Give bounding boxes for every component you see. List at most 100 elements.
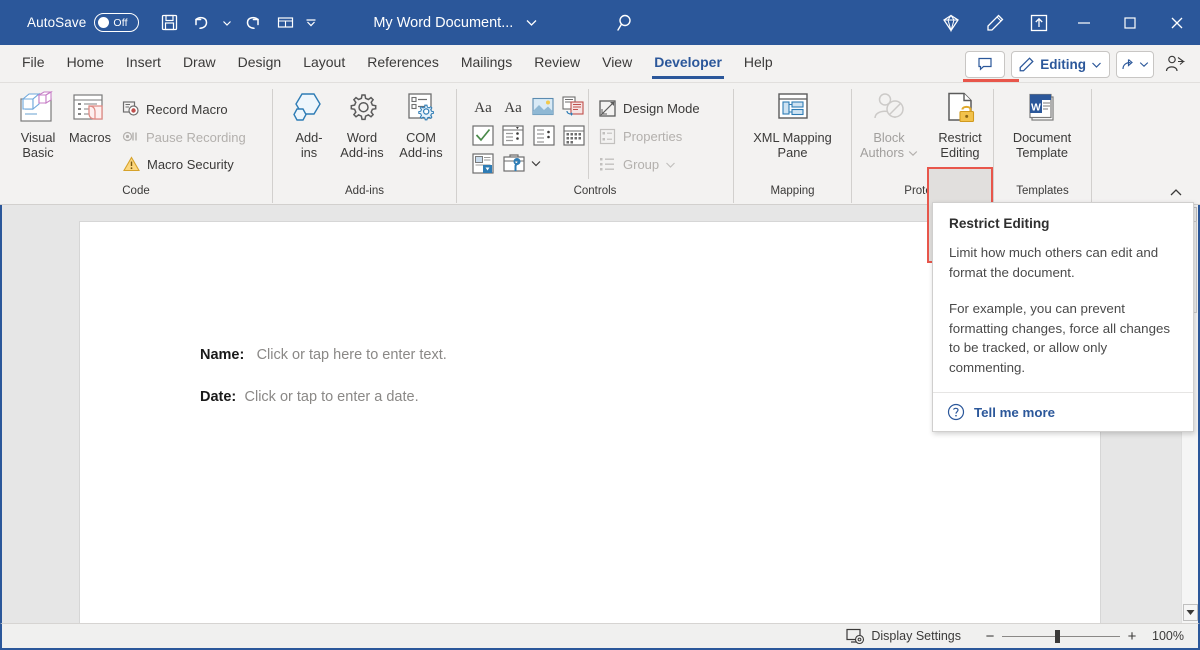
ribbon-tab-bar-right-controls: Editing xyxy=(965,45,1200,83)
group-separator xyxy=(272,89,273,194)
zoom-slider[interactable] xyxy=(1002,629,1120,643)
undo-icon[interactable] xyxy=(186,8,216,38)
share-chevron-down-icon[interactable] xyxy=(1139,59,1149,69)
minimize-button[interactable] xyxy=(1061,0,1107,45)
zoom-out-button[interactable]: − xyxy=(980,628,1000,645)
tab-mailings[interactable]: Mailings xyxy=(450,45,523,83)
scroll-down-button[interactable] xyxy=(1183,604,1198,621)
display-settings-icon xyxy=(846,628,865,645)
design-mode-button[interactable]: Design Mode xyxy=(598,99,700,118)
share-with-people-icon[interactable] xyxy=(1160,49,1190,79)
com-addins-button[interactable]: COM Add-ins xyxy=(392,91,450,160)
document-field-date[interactable]: Date: Click or tap to enter a date. xyxy=(200,386,419,406)
tab-references[interactable]: References xyxy=(356,45,450,83)
addins-button[interactable]: Add- ins xyxy=(286,91,332,160)
group-separator xyxy=(733,89,734,194)
com-addins-label-line2: Add-ins xyxy=(399,145,443,160)
record-macro-label: Record Macro xyxy=(146,101,228,117)
tab-help[interactable]: Help xyxy=(733,45,784,83)
rich-text-content-control-button[interactable]: Aa xyxy=(470,95,496,119)
pause-recording-icon xyxy=(122,128,140,146)
tab-review[interactable]: Review xyxy=(523,45,591,83)
document-title-chevron-down-icon[interactable] xyxy=(525,16,538,29)
group-separator xyxy=(851,89,852,194)
tab-design[interactable]: Design xyxy=(227,45,293,83)
display-settings-button[interactable]: Display Settings xyxy=(846,628,961,645)
table-icon[interactable] xyxy=(270,8,300,38)
combo-box-content-control-button[interactable] xyxy=(500,123,526,147)
plain-text-content-control-button[interactable]: Aa xyxy=(500,95,526,119)
tooltip-footer[interactable]: Tell me more xyxy=(933,392,1193,431)
macro-security-button[interactable]: Macro Security xyxy=(122,155,234,174)
word-addins-button[interactable]: Word Add-ins xyxy=(332,91,392,160)
warning-triangle-icon xyxy=(122,155,141,174)
block-authors-chevron-down-icon xyxy=(908,148,918,158)
tab-insert[interactable]: Insert xyxy=(115,45,172,83)
com-addins-icon xyxy=(401,91,441,127)
comments-button[interactable] xyxy=(965,50,1006,78)
document-field-name[interactable]: Name: Click or tap here to enter text. xyxy=(200,344,447,364)
tooltip-body: Limit how much others can edit and forma… xyxy=(949,243,1177,377)
redo-icon[interactable] xyxy=(238,8,268,38)
document-template-icon: W xyxy=(1022,91,1062,127)
picture-content-control-button[interactable] xyxy=(531,95,555,117)
editing-mode-button[interactable]: Editing xyxy=(1011,50,1110,78)
document-field-name-placeholder[interactable]: Click or tap here to enter text. xyxy=(257,347,447,363)
visual-basic-label-line2: Basic xyxy=(22,145,54,160)
date-picker-content-control-button[interactable] xyxy=(561,123,587,147)
autosave-toggle[interactable]: Off xyxy=(94,13,140,32)
group-chevron-down-icon xyxy=(665,159,676,170)
macros-button[interactable]: Macros xyxy=(64,91,116,145)
properties-icon xyxy=(598,127,617,146)
tab-view[interactable]: View xyxy=(591,45,643,83)
visual-basic-button[interactable]: Visual Basic xyxy=(12,91,64,160)
document-template-button[interactable]: W Document Template xyxy=(1000,91,1084,160)
editing-chevron-down-icon[interactable] xyxy=(1091,59,1102,70)
search-button[interactable] xyxy=(616,12,638,34)
document-template-label-line2: Template xyxy=(1016,145,1068,160)
xml-mapping-pane-label-line2: Pane xyxy=(777,145,808,160)
record-macro-button[interactable]: Record Macro xyxy=(122,100,228,118)
block-authors-button: Block Authors xyxy=(858,91,920,160)
autosave-state-label: Off xyxy=(113,16,128,29)
pencil-icon xyxy=(1018,56,1035,73)
group-button: Group xyxy=(598,155,676,174)
tab-file[interactable]: File xyxy=(11,45,56,83)
diamond-icon[interactable] xyxy=(929,0,973,45)
legacy-tools-chevron-down-icon[interactable] xyxy=(528,155,544,171)
legacy-tools-button[interactable] xyxy=(501,151,527,175)
check-box-content-control-button[interactable] xyxy=(470,123,496,147)
group-label-mapping: Mapping xyxy=(770,185,815,197)
zoom-level-label[interactable]: 100% xyxy=(1142,629,1184,643)
close-button[interactable] xyxy=(1153,0,1200,45)
svg-text:Aa: Aa xyxy=(474,100,492,116)
document-title-area[interactable]: My Word Document... xyxy=(373,15,538,31)
tooltip-tell-me-more-link[interactable]: Tell me more xyxy=(974,405,1055,420)
word-addins-label-line1: Word xyxy=(346,130,378,145)
save-icon[interactable] xyxy=(154,8,184,38)
repeating-section-content-control-button[interactable] xyxy=(470,151,496,175)
tab-draw[interactable]: Draw xyxy=(172,45,227,83)
block-authors-icon xyxy=(868,91,910,127)
zoom-slider-thumb[interactable] xyxy=(1055,629,1060,643)
visual-basic-label-line1: Visual xyxy=(20,130,56,145)
ribbon-display-options-icon[interactable] xyxy=(1017,0,1061,45)
building-block-gallery-content-control-button[interactable] xyxy=(561,95,585,117)
tab-home[interactable]: Home xyxy=(56,45,115,83)
group-label-code: Code xyxy=(122,185,150,197)
share-button[interactable] xyxy=(1116,50,1154,78)
document-field-date-placeholder[interactable]: Click or tap to enter a date. xyxy=(245,389,419,405)
customize-quick-access-toolbar-chevron-icon[interactable] xyxy=(302,8,320,38)
restrict-editing-button[interactable]: Restrict Editing xyxy=(929,91,991,160)
word-addins-label-line2: Add-ins xyxy=(340,145,384,160)
collapse-ribbon-chevron-up-icon[interactable] xyxy=(1166,183,1186,203)
group-label-separator xyxy=(851,183,852,203)
drop-down-list-content-control-button[interactable] xyxy=(531,123,557,147)
xml-mapping-pane-button[interactable]: XML Mapping Pane xyxy=(740,91,845,160)
zoom-in-button[interactable]: + xyxy=(1122,628,1142,645)
tab-layout[interactable]: Layout xyxy=(292,45,356,83)
tab-developer[interactable]: Developer xyxy=(643,45,733,83)
undo-dropdown-chevron-icon[interactable] xyxy=(218,8,236,38)
pen-highlighter-icon[interactable] xyxy=(973,0,1017,45)
maximize-button[interactable] xyxy=(1107,0,1153,45)
